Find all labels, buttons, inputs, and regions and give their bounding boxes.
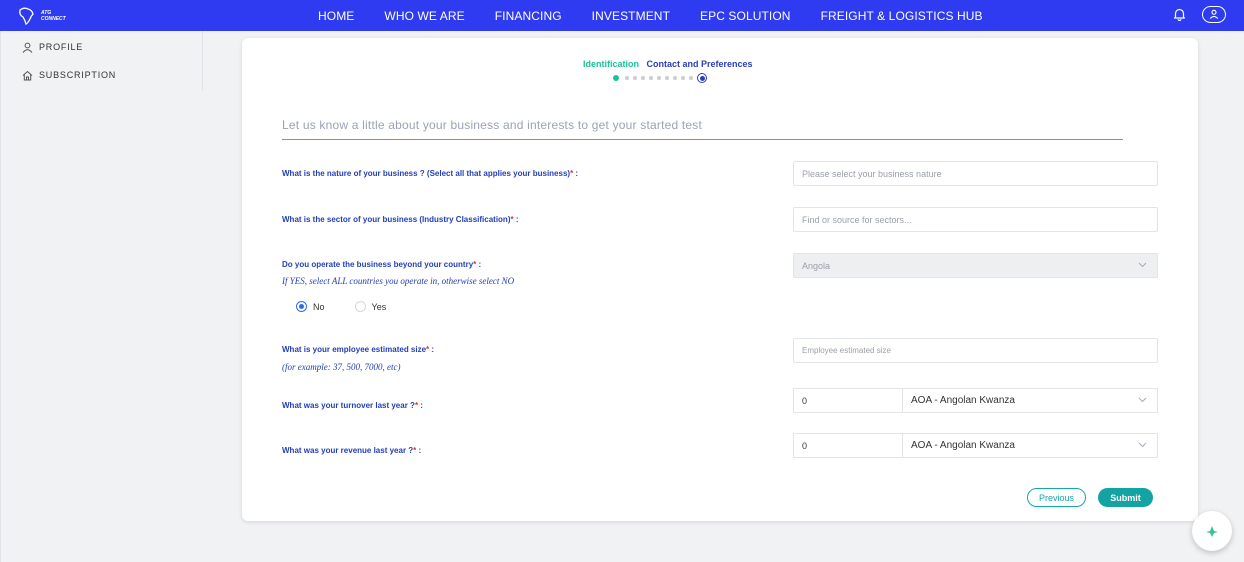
step-dot[interactable] (673, 76, 677, 80)
beyond-country-hint: If YES, select ALL countries you operate… (282, 276, 515, 286)
nav-actions (1170, 5, 1226, 23)
home-icon (22, 70, 33, 80)
nav-epc-solution[interactable]: EPC SOLUTION (700, 9, 791, 23)
main-menu: HOME WHO WE ARE FINANCING INVESTMENT EPC… (318, 0, 1013, 31)
nav-who-we-are[interactable]: WHO WE ARE (384, 9, 464, 23)
label-suffix: : (573, 169, 579, 178)
nav-home[interactable]: HOME (318, 9, 354, 23)
step-identification[interactable]: Identification (583, 59, 639, 69)
label-suffix: : (416, 446, 422, 455)
employee-size-hint: (for example: 37, 500, 7000, etc) (282, 362, 401, 372)
business-form-card: Identification Contact and Preferences L… (242, 38, 1198, 521)
turnover-currency-value: AOA - Angolan Kwanza (911, 395, 1015, 406)
user-icon[interactable] (1202, 5, 1226, 23)
stepper-dots (613, 73, 707, 83)
top-navbar: ATG CONNECT HOME WHO WE ARE FINANCING IN… (0, 0, 1244, 31)
sidebar: PROFILE SUBSCRIPTION (0, 31, 203, 91)
revenue-currency-value: AOA - Angolan Kwanza (911, 440, 1015, 451)
turnover-currency-select[interactable]: AOA - Angolan Kwanza (903, 388, 1158, 413)
sector-label-text: What is the sector of your business (Ind… (282, 215, 511, 224)
step-dot[interactable] (657, 76, 661, 80)
radio-yes-label: Yes (371, 301, 387, 312)
floating-action-button[interactable] (1192, 511, 1232, 551)
step-dot-current[interactable] (613, 75, 619, 81)
label-suffix: : (513, 215, 519, 224)
label-suffix: : (476, 260, 482, 269)
chevron-down-icon (1138, 442, 1147, 448)
bell-icon[interactable] (1170, 5, 1188, 23)
submit-button[interactable]: Submit (1098, 488, 1153, 507)
business-nature-placeholder: Please select your business nature (802, 168, 942, 179)
step-dot[interactable] (689, 76, 693, 80)
country-select[interactable]: Angola (793, 253, 1158, 278)
step-contact-preferences[interactable]: Contact and Preferences (647, 59, 753, 69)
revenue-amount-input[interactable]: 0 (793, 433, 903, 458)
sector-search-input[interactable]: Find or source for sectors... (793, 207, 1158, 232)
sector-label: What is the sector of your business (Ind… (282, 215, 519, 224)
nav-investment[interactable]: INVESTMENT (592, 9, 670, 23)
chevron-down-icon (1138, 397, 1147, 403)
nav-financing[interactable]: FINANCING (495, 9, 562, 23)
chevron-down-icon (1138, 262, 1147, 268)
revenue-currency-select[interactable]: AOA - Angolan Kwanza (903, 433, 1158, 458)
turnover-label: What was your turnover last year ?* : (282, 401, 423, 410)
operate-beyond-radio-group: No Yes (296, 301, 386, 312)
atg-connect-logo[interactable]: ATG CONNECT (17, 5, 73, 27)
label-suffix: : (429, 345, 435, 354)
sidebar-item-label: PROFILE (39, 42, 84, 52)
sparkle-icon (1206, 526, 1218, 537)
sidebar-item-label: SUBSCRIPTION (39, 70, 117, 80)
revenue-label: What was your revenue last year ?* : (282, 446, 421, 455)
sidebar-item-subscription[interactable]: SUBSCRIPTION (22, 67, 116, 83)
user-icon (22, 42, 33, 53)
revenue-label-text: What was your revenue last year ? (282, 446, 414, 455)
employee-size-placeholder: Employee estimated size (802, 346, 891, 355)
step-dot[interactable] (625, 76, 629, 80)
revenue-field-group: 0 AOA - Angolan Kwanza (793, 433, 1158, 458)
radio-no[interactable] (296, 301, 307, 312)
radio-no-label: No (313, 301, 325, 312)
step-dot[interactable] (681, 76, 685, 80)
intro-divider (282, 139, 1123, 140)
business-nature-select[interactable]: Please select your business nature (793, 161, 1158, 186)
nav-freight-logistics-hub[interactable]: FREIGHT & LOGISTICS HUB (821, 9, 983, 23)
turnover-amount-input[interactable]: 0 (793, 388, 903, 413)
africa-logo-icon (19, 7, 34, 25)
step-dot-last[interactable] (697, 73, 707, 83)
beyond-country-label-text: Do you operate the business beyond your … (282, 260, 474, 269)
stepper-labels: Identification Contact and Preferences (583, 59, 753, 69)
form-intro: Let us know a little about your business… (282, 118, 703, 132)
turnover-label-text: What was your turnover last year ? (282, 401, 415, 410)
sector-placeholder: Find or source for sectors... (802, 214, 912, 225)
nature-label: What is the nature of your business ? (S… (282, 169, 578, 178)
logo-text-line-2: CONNECT (41, 16, 66, 22)
beyond-country-label: Do you operate the business beyond your … (282, 260, 481, 269)
sidebar-item-profile[interactable]: PROFILE (22, 39, 83, 55)
employee-size-input[interactable]: Employee estimated size (793, 338, 1158, 363)
step-dot[interactable] (641, 76, 645, 80)
employee-size-label-text: What is your employee estimated size (282, 345, 427, 354)
step-dot[interactable] (649, 76, 653, 80)
previous-button[interactable]: Previous (1027, 488, 1086, 507)
country-select-value: Angola (802, 260, 831, 271)
nature-label-text: What is the nature of your business ? (S… (282, 169, 571, 178)
radio-yes[interactable] (354, 301, 366, 312)
step-dot[interactable] (633, 76, 637, 80)
employee-size-label: What is your employee estimated size* : (282, 345, 434, 354)
turnover-field-group: 0 AOA - Angolan Kwanza (793, 388, 1158, 413)
logo-text: ATG CONNECT (41, 10, 66, 22)
label-suffix: : (418, 401, 423, 410)
step-dot[interactable] (665, 76, 669, 80)
